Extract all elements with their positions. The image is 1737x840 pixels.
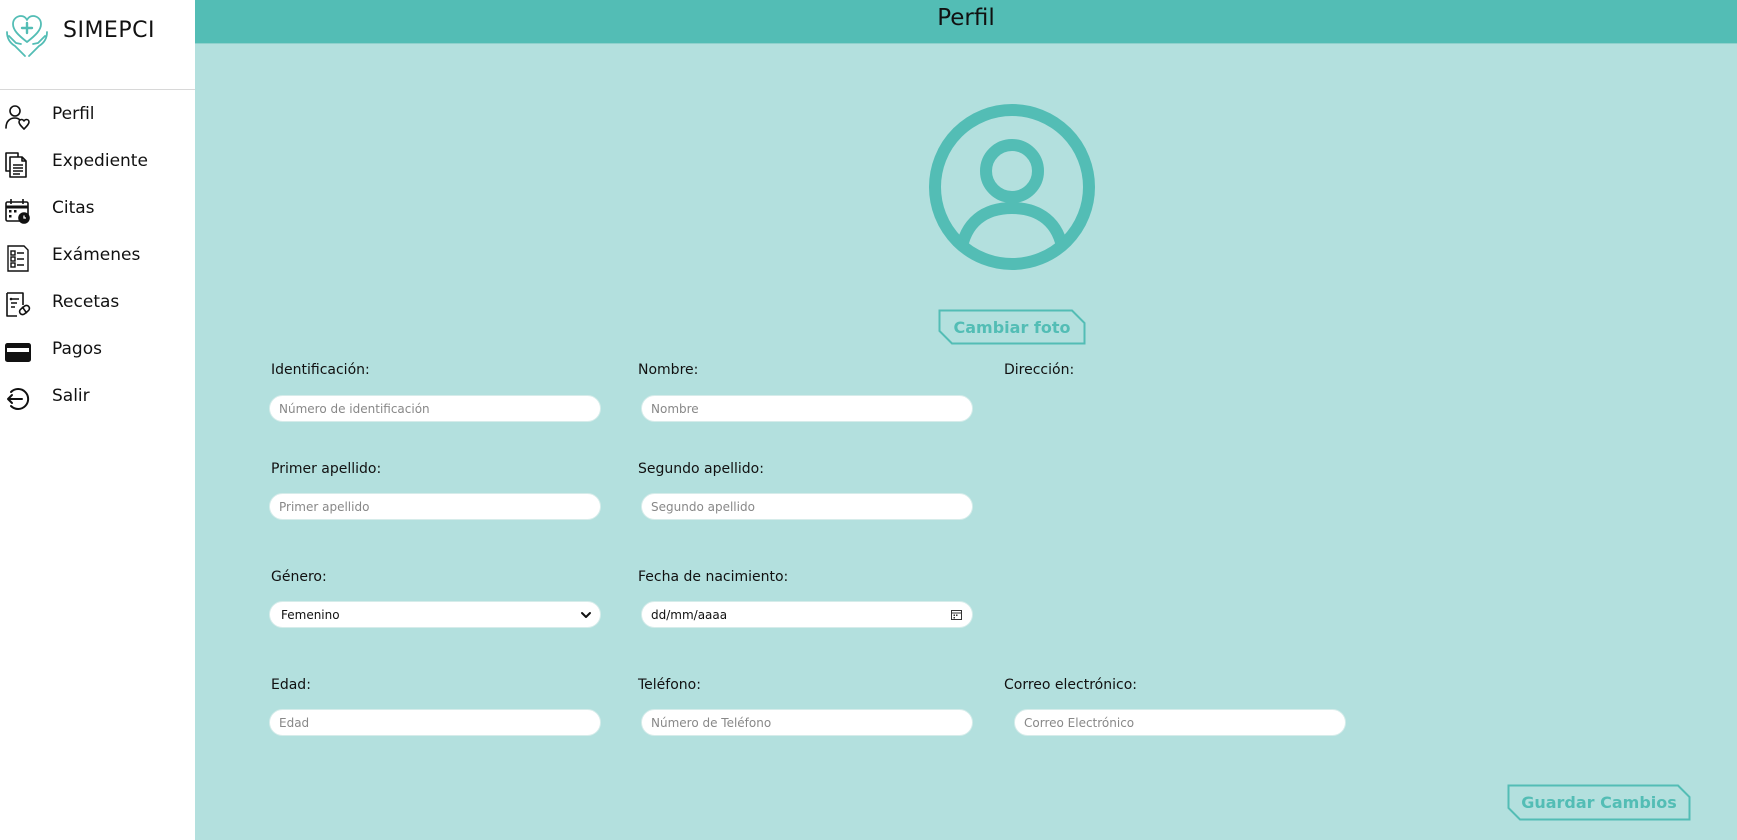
documents-icon bbox=[5, 152, 27, 178]
sidebar-item-recetas[interactable]: Recetas bbox=[0, 280, 195, 327]
gender-label: Género: bbox=[271, 569, 327, 585]
sidebar-item-label: Expediente bbox=[52, 151, 148, 171]
sidebar-item-salir[interactable]: Salir bbox=[0, 374, 195, 421]
change-photo-button[interactable]: Cambiar foto bbox=[938, 309, 1086, 345]
first-surname-label: Primer apellido: bbox=[271, 461, 382, 477]
user-circle-icon bbox=[929, 104, 1095, 270]
identification-input[interactable] bbox=[269, 395, 601, 422]
change-photo-label: Cambiar foto bbox=[953, 317, 1071, 337]
first-surname-input[interactable] bbox=[269, 493, 601, 520]
email-input[interactable] bbox=[1014, 709, 1346, 736]
page-title: Perfil bbox=[937, 5, 995, 31]
birthdate-label: Fecha de nacimiento: bbox=[638, 569, 789, 585]
gender-selected-value: Femenino bbox=[281, 608, 340, 622]
user-heart-icon bbox=[5, 105, 30, 130]
sidebar-item-examenes[interactable]: Exámenes bbox=[0, 233, 195, 280]
gender-select[interactable]: Femenino bbox=[269, 601, 601, 628]
sidebar-nav: Perfil Expediente Citas Exámenes Recetas… bbox=[0, 92, 195, 421]
header: Perfil bbox=[195, 0, 1737, 44]
sidebar-item-label: Citas bbox=[52, 198, 95, 218]
calendar-icon[interactable] bbox=[951, 609, 962, 620]
phone-label: Teléfono: bbox=[638, 677, 701, 693]
sidebar-item-label: Exámenes bbox=[52, 245, 141, 265]
chevron-down-icon bbox=[581, 612, 591, 618]
hands-heart-cross-icon bbox=[6, 15, 48, 57]
name-label: Nombre: bbox=[638, 362, 699, 378]
sidebar-item-label: Pagos bbox=[52, 339, 102, 359]
name-input[interactable] bbox=[641, 395, 973, 422]
identification-label: Identificación: bbox=[271, 362, 370, 378]
age-label: Edad: bbox=[271, 677, 311, 693]
second-surname-label: Segundo apellido: bbox=[638, 461, 764, 477]
second-surname-input[interactable] bbox=[641, 493, 973, 520]
phone-input[interactable] bbox=[641, 709, 973, 736]
sidebar-item-pagos[interactable]: Pagos bbox=[0, 327, 195, 374]
logout-icon bbox=[7, 388, 30, 410]
sidebar-item-expediente[interactable]: Expediente bbox=[0, 139, 195, 186]
save-changes-label: Guardar Cambios bbox=[1521, 793, 1677, 812]
sidebar: SIMEPCI Perfil Expediente Citas Exámenes… bbox=[0, 0, 195, 840]
credit-card-icon bbox=[5, 343, 31, 362]
sidebar-item-citas[interactable]: Citas bbox=[0, 186, 195, 233]
checklist-icon bbox=[7, 245, 29, 272]
birthdate-value: dd/mm/aaaa bbox=[651, 608, 728, 622]
sidebar-item-label: Perfil bbox=[52, 104, 95, 124]
calendar-clock-icon bbox=[5, 199, 30, 224]
email-label: Correo electrónico: bbox=[1004, 677, 1137, 693]
birthdate-input[interactable]: dd/mm/aaaa bbox=[641, 601, 973, 628]
age-input[interactable] bbox=[269, 709, 601, 736]
sidebar-item-label: Salir bbox=[52, 386, 90, 406]
sidebar-item-perfil[interactable]: Perfil bbox=[0, 92, 195, 139]
sidebar-item-label: Recetas bbox=[52, 292, 120, 312]
save-changes-button[interactable]: Guardar Cambios bbox=[1507, 784, 1691, 821]
brand-name: SIMEPCI bbox=[63, 18, 155, 43]
brand: SIMEPCI bbox=[0, 0, 195, 90]
prescription-icon bbox=[6, 292, 31, 317]
address-label: Dirección: bbox=[1004, 362, 1075, 378]
